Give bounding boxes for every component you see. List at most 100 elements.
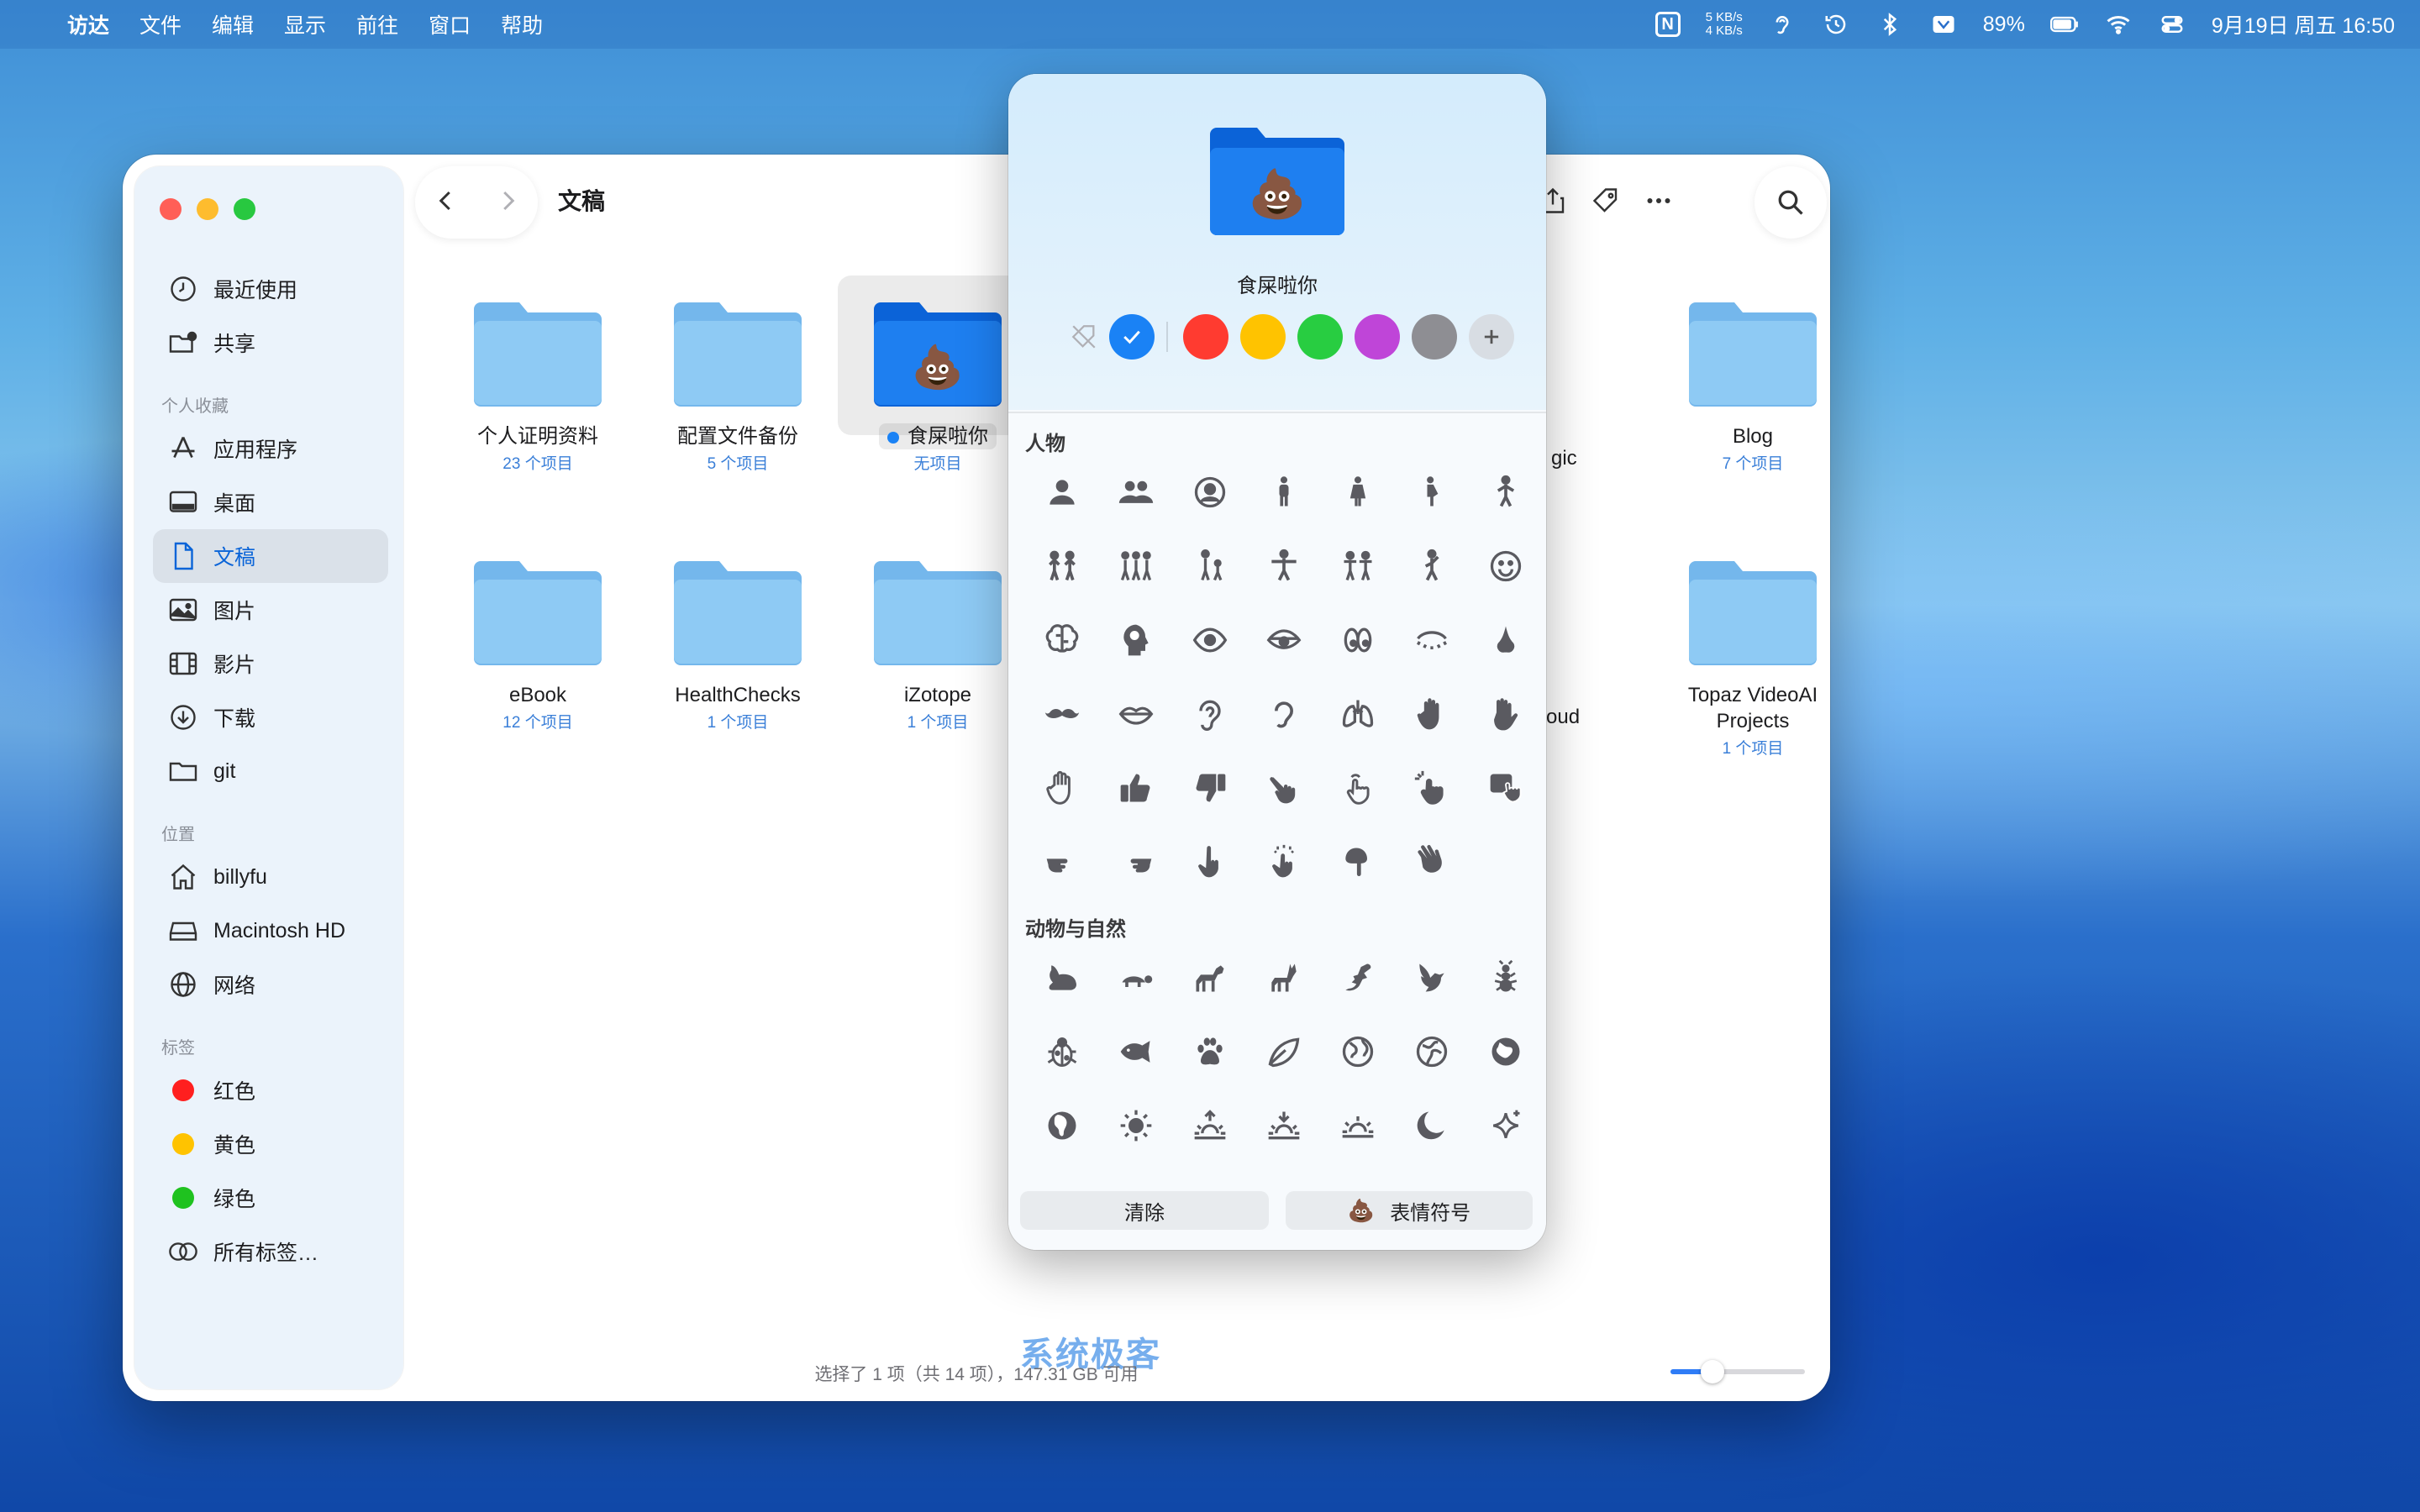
battery-icon[interactable] [2049,10,2079,39]
sidebar-item-movies[interactable]: 影片 [153,637,388,690]
menu-edit[interactable]: 编辑 [212,9,254,39]
sparkles-icon[interactable] [1469,1089,1543,1163]
ear-icon[interactable] [1768,10,1797,39]
thumbs-down-icon[interactable] [1173,751,1247,825]
lips-icon[interactable] [1099,677,1173,751]
nose-icon[interactable] [1469,603,1543,677]
hand-tap-icon[interactable] [1321,751,1395,825]
figure-wave-icon[interactable] [1395,529,1469,603]
hand-point-up-left-icon[interactable] [1247,751,1321,825]
folder-item[interactable]: eBook 12 个项目 [438,558,638,732]
eyelash-icon[interactable] [1395,603,1469,677]
wifi-icon[interactable] [2104,10,2133,39]
clear-button[interactable]: 清除 [1020,1191,1269,1230]
menu-go[interactable]: 前往 [356,9,398,39]
sidebar-item-all-tags[interactable]: 所有标签… [153,1225,388,1278]
ladybug-icon[interactable] [1025,1015,1099,1089]
sidebar-item-home[interactable]: billyfu [153,850,388,904]
figure-arms-wide-icon[interactable] [1247,529,1321,603]
smiley-face-icon[interactable] [1469,529,1543,603]
sun-horizon-icon[interactable] [1321,1089,1395,1163]
arms-open-figure-icon[interactable] [1469,455,1543,529]
adult-child-icon[interactable] [1173,529,1247,603]
paw-print-icon[interactable] [1173,1015,1247,1089]
hare-icon[interactable] [1025,941,1099,1015]
emoji-button[interactable]: 💩 表情符号 [1286,1191,1533,1230]
menu-view[interactable]: 显示 [284,9,326,39]
globe-europe-icon[interactable] [1395,1015,1469,1089]
eyes-icon[interactable] [1321,603,1395,677]
folder-item[interactable]: Topaz VideoAI Projects 1 个项目 [1653,558,1830,759]
hand-rays-icon[interactable] [1247,825,1321,899]
pregnant-figure-icon[interactable] [1395,455,1469,529]
color-swatch-gray[interactable] [1412,314,1457,360]
time-machine-icon[interactable] [1822,10,1850,39]
tag-button[interactable] [1591,186,1621,220]
color-swatch-yellow[interactable] [1240,314,1286,360]
sun-icon[interactable] [1099,1089,1173,1163]
dress-figure-icon[interactable] [1321,455,1395,529]
leaf-icon[interactable] [1247,1015,1321,1089]
control-center-icon[interactable] [2158,10,2186,39]
sidebar-item-macintosh-hd[interactable]: Macintosh HD [153,904,388,958]
bird-icon[interactable] [1395,941,1469,1015]
globe-asia-icon[interactable] [1469,1015,1543,1089]
hand-point-right-icon[interactable] [1025,825,1099,899]
menu-help[interactable]: 帮助 [501,9,543,39]
hand-sparkle-icon[interactable] [1395,751,1469,825]
sidebar-item-downloads[interactable]: 下载 [153,690,388,744]
color-swatch-purple[interactable] [1355,314,1400,360]
sunrise-icon[interactable] [1173,1089,1247,1163]
color-swatch-green[interactable] [1297,314,1343,360]
input-method-icon[interactable] [1929,10,1958,39]
sidebar-item-tag-green[interactable]: 绿色 [153,1171,388,1225]
cat-icon[interactable] [1247,941,1321,1015]
eye-lid-icon[interactable] [1247,603,1321,677]
search-button[interactable] [1754,166,1827,239]
ant-icon[interactable] [1469,941,1543,1015]
brain-icon[interactable] [1025,603,1099,677]
folder-item[interactable]: Blog 7 个项目 [1653,299,1830,474]
lungs-icon[interactable] [1321,677,1395,751]
sidebar-item-tag-yellow[interactable]: 黄色 [153,1117,388,1171]
two-persons-icon[interactable] [1099,455,1173,529]
sidebar-item-recents[interactable]: 最近使用 [153,262,388,316]
icon-size-slider[interactable] [1670,1360,1805,1383]
menu-window[interactable]: 窗口 [429,9,471,39]
hand-down-icon[interactable] [1321,825,1395,899]
globe-africa-icon[interactable] [1025,1089,1099,1163]
thumbs-up-icon[interactable] [1099,751,1173,825]
hand-on-screen-icon[interactable] [1469,751,1543,825]
color-swatch-blue-selected[interactable] [1109,314,1155,360]
sunset-icon[interactable] [1247,1089,1321,1163]
hand-point-up-icon[interactable] [1173,825,1247,899]
minimize-window-button[interactable] [197,198,218,220]
tortoise-icon[interactable] [1099,941,1173,1015]
hand-raised-icon[interactable] [1395,677,1469,751]
eye-icon[interactable] [1173,603,1247,677]
folder-item[interactable]: 配置文件备份 5 个项目 [638,299,838,474]
mustache-icon[interactable] [1025,677,1099,751]
sidebar-item-documents[interactable]: 文稿 [153,529,388,583]
hand-wave-icon[interactable] [1395,825,1469,899]
menu-file[interactable]: 文件 [139,9,182,39]
color-swatch-red[interactable] [1183,314,1228,360]
two-figures-arms-up-icon[interactable] [1321,529,1395,603]
menubar-clock[interactable]: 9月19日 周五 16:50 [2212,9,2395,39]
ear-filled-icon[interactable] [1247,677,1321,751]
dog-icon[interactable] [1173,941,1247,1015]
standing-figure-icon[interactable] [1247,455,1321,529]
hand-spread-icon[interactable] [1469,677,1543,751]
person-circle-icon[interactable] [1173,455,1247,529]
more-button[interactable] [1644,186,1674,220]
lizard-icon[interactable] [1321,941,1395,1015]
sidebar-item-desktop[interactable]: 桌面 [153,475,388,529]
globe-americas-icon[interactable] [1321,1015,1395,1089]
person-icon[interactable] [1025,455,1099,529]
sidebar-item-shared[interactable]: 共享 [153,316,388,370]
two-figures-icon[interactable] [1025,529,1099,603]
forward-button[interactable] [495,188,520,218]
n-app-icon[interactable]: N [1655,12,1681,37]
sidebar-item-pictures[interactable]: 图片 [153,583,388,637]
moon-icon[interactable] [1395,1089,1469,1163]
